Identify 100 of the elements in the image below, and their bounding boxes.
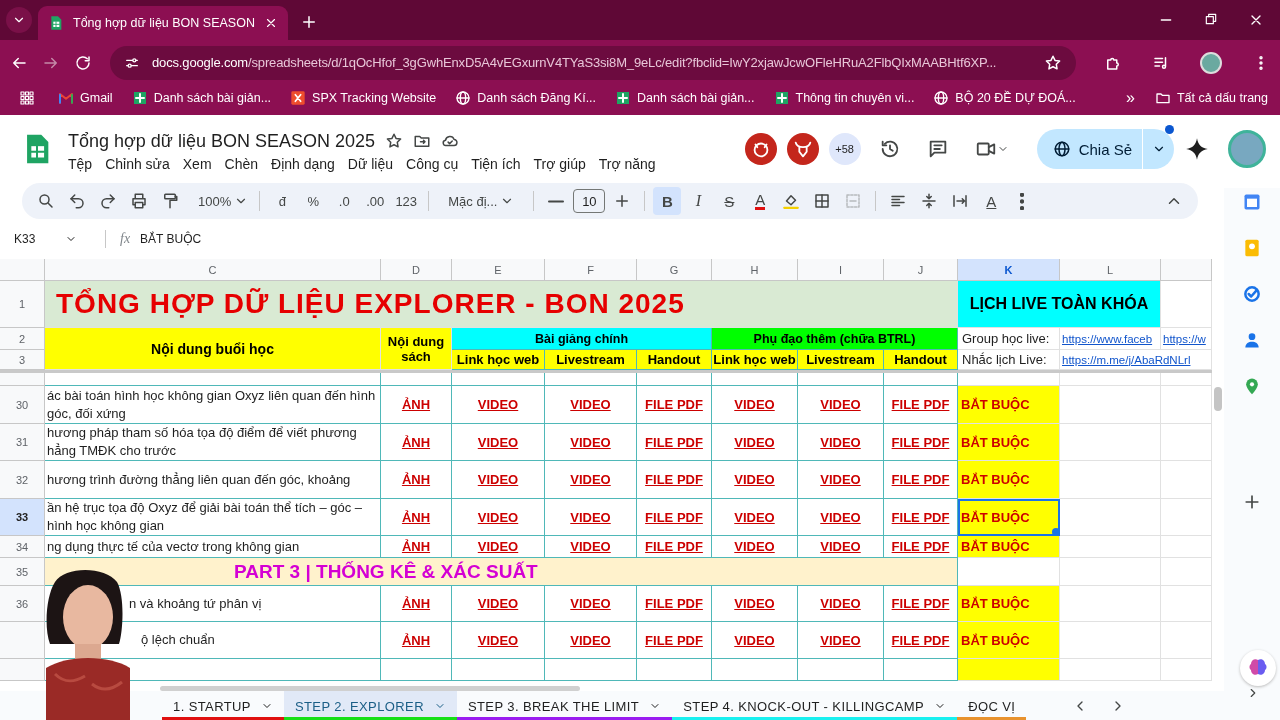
link[interactable]: VIDEO bbox=[820, 397, 861, 412]
percent-button[interactable]: % bbox=[299, 187, 328, 215]
row-header[interactable]: 3 bbox=[0, 350, 45, 370]
link[interactable]: VIDEO bbox=[734, 472, 775, 487]
account-avatar[interactable] bbox=[1228, 130, 1266, 168]
link[interactable]: FILE PDF bbox=[645, 632, 703, 648]
more-bookmarks-button[interactable]: » bbox=[1126, 89, 1135, 107]
link[interactable]: FILE PDF bbox=[891, 632, 950, 648]
menu-item[interactable]: Chỉnh sửa bbox=[105, 155, 170, 172]
calendar-icon[interactable] bbox=[1242, 192, 1262, 212]
row-header[interactable]: 34 bbox=[0, 536, 45, 558]
link[interactable]: FILE PDF bbox=[891, 539, 950, 554]
bold-button[interactable]: B bbox=[653, 187, 682, 215]
bookmark[interactable]: SPX Tracking Website bbox=[290, 90, 437, 106]
tasks-icon[interactable] bbox=[1242, 284, 1262, 304]
row-header[interactable]: 35 bbox=[0, 558, 45, 586]
row-header[interactable]: 32 bbox=[0, 461, 45, 499]
table-cell[interactable]: BẮT BUỘC bbox=[958, 536, 1060, 558]
text-color-button[interactable]: A bbox=[746, 187, 775, 215]
menu-item[interactable]: Định dạng bbox=[271, 155, 335, 172]
link[interactable]: ẢNH bbox=[401, 397, 431, 412]
reload-icon[interactable] bbox=[74, 53, 92, 72]
scrollbar-thumb[interactable] bbox=[1214, 387, 1222, 411]
link[interactable]: FILE PDF bbox=[645, 539, 703, 554]
column-header[interactable]: H bbox=[712, 259, 798, 281]
number-format-button[interactable]: 123 bbox=[392, 187, 421, 215]
link[interactable]: VIDEO bbox=[477, 596, 519, 611]
menu-item[interactable]: Chèn bbox=[224, 155, 259, 172]
link[interactable]: VIDEO bbox=[570, 632, 611, 648]
link[interactable]: VIDEO bbox=[570, 509, 611, 525]
font-select[interactable]: Mặc đị... bbox=[445, 187, 518, 215]
column-header[interactable]: L bbox=[1060, 259, 1161, 281]
currency-button[interactable]: đ bbox=[268, 187, 297, 215]
menu-item[interactable]: Tiện ích bbox=[471, 155, 521, 172]
column-header[interactable]: I bbox=[798, 259, 884, 281]
bookmark[interactable]: Thông tin chuyên vi... bbox=[773, 90, 915, 106]
document-title[interactable]: Tổng hợp dữ liệu BON SEASON 2025 bbox=[68, 130, 375, 152]
bookmark[interactable]: Danh sách bài giản... bbox=[131, 90, 272, 106]
row-header[interactable]: 1 bbox=[0, 281, 45, 328]
link[interactable]: VIDEO bbox=[734, 509, 775, 525]
close-icon[interactable] bbox=[264, 16, 278, 30]
bookmark[interactable]: Danh sách bài giản... bbox=[615, 90, 755, 106]
link[interactable]: FILE PDF bbox=[645, 596, 703, 611]
bookmark-star-icon[interactable] bbox=[1044, 53, 1062, 72]
row-header[interactable]: 36 bbox=[0, 586, 45, 622]
table-cell[interactable]: BẮT BUỘC bbox=[958, 386, 1060, 424]
link[interactable]: VIDEO bbox=[477, 632, 519, 648]
column-header[interactable]: E bbox=[452, 259, 545, 281]
column-header[interactable]: K bbox=[958, 259, 1060, 281]
bookmark[interactable]: Gmail bbox=[58, 90, 113, 106]
table-cell[interactable]: BẮT BUỘC bbox=[958, 499, 1060, 536]
column-header[interactable]: D bbox=[381, 259, 452, 281]
link[interactable]: FILE PDF bbox=[645, 509, 703, 525]
link[interactable]: VIDEO bbox=[570, 539, 611, 554]
new-tab-icon[interactable] bbox=[300, 13, 318, 31]
sheet-tab[interactable]: STEP 2. EXPLORER bbox=[283, 691, 457, 720]
sheet-tab[interactable]: STEP 4. KNOCK-OUT - KILLINGCAMP bbox=[672, 691, 958, 720]
menu-item[interactable]: Công cụ bbox=[406, 155, 459, 172]
link[interactable]: ẢNH bbox=[401, 539, 431, 554]
link[interactable]: VIDEO bbox=[570, 596, 611, 611]
link[interactable]: VIDEO bbox=[477, 539, 519, 554]
formula-field[interactable]: BẮT BUỘC bbox=[140, 232, 202, 246]
link[interactable]: https://www.faceb bbox=[1060, 328, 1161, 350]
italic-button[interactable]: I bbox=[684, 187, 713, 215]
link[interactable]: VIDEO bbox=[477, 509, 519, 525]
all-bookmarks-button[interactable]: Tất cả dấu trang bbox=[1154, 90, 1268, 106]
address-bar[interactable]: docs.google.com/spreadsheets/d/1qOcHfof_3gGwhEnxD5A4vEGxurnV4TYaS3si8M_9eLc/edit?fbclid=IwY2xjawJcwOFleHRuA2FlbQIxMAABHtf6XP... bbox=[110, 45, 1076, 80]
link[interactable]: VIDEO bbox=[820, 509, 861, 525]
collaborator-avatar[interactable] bbox=[744, 133, 777, 165]
link[interactable]: FILE PDF bbox=[645, 472, 703, 487]
sheet-tab[interactable]: STEP 3. BREAK THE LIMIT bbox=[456, 691, 673, 720]
link[interactable]: FILE PDF bbox=[891, 397, 950, 412]
increase-decimal-button[interactable]: .00 bbox=[361, 187, 390, 215]
table-cell[interactable]: BẮT BUỘC bbox=[958, 424, 1060, 461]
link[interactable]: VIDEO bbox=[477, 397, 519, 412]
link[interactable]: ẢNH bbox=[401, 472, 431, 487]
link[interactable]: FILE PDF bbox=[891, 509, 950, 525]
column-header[interactable]: G bbox=[637, 259, 712, 281]
tab-list-button[interactable] bbox=[6, 7, 32, 33]
column-header[interactable]: C bbox=[45, 259, 381, 281]
collaborator-avatar[interactable] bbox=[786, 133, 819, 165]
row-header[interactable]: 31 bbox=[0, 424, 45, 461]
link[interactable]: FILE PDF bbox=[891, 434, 950, 450]
apps-icon[interactable] bbox=[18, 89, 36, 107]
sheet-tab[interactable]: ĐỌC VỊ bbox=[957, 691, 1027, 720]
column-header[interactable]: F bbox=[545, 259, 637, 281]
collaborators-count[interactable]: +58 bbox=[828, 133, 861, 165]
link[interactable]: VIDEO bbox=[734, 397, 775, 412]
contacts-icon[interactable] bbox=[1242, 330, 1262, 350]
link[interactable]: ẢNH bbox=[401, 596, 431, 611]
name-box[interactable]: K33 bbox=[14, 230, 106, 248]
zoom-select[interactable]: 100% bbox=[195, 187, 252, 215]
link[interactable]: VIDEO bbox=[734, 539, 775, 554]
column-header[interactable]: J bbox=[884, 259, 958, 281]
menu-item[interactable]: Xem bbox=[182, 155, 212, 172]
link[interactable]: VIDEO bbox=[734, 632, 775, 648]
link[interactable]: FILE PDF bbox=[891, 472, 950, 487]
link[interactable]: VIDEO bbox=[820, 596, 861, 611]
link[interactable]: ẢNH bbox=[401, 434, 431, 450]
decrease-decimal-button[interactable]: .0 bbox=[330, 187, 359, 215]
